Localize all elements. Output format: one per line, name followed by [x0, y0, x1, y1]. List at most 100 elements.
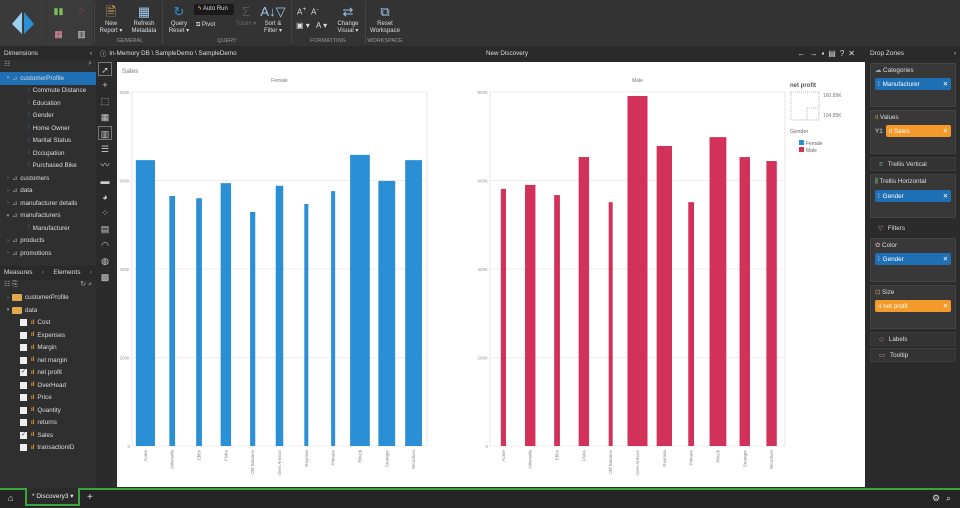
column-chart-icon[interactable]: ▥	[98, 126, 112, 140]
zone-tooltip[interactable]: ▭ Tooltip	[870, 348, 956, 362]
expand-icon[interactable]: ▾	[4, 213, 12, 219]
measure-item[interactable]: ıl transactionID	[0, 442, 96, 455]
bars-view-icon[interactable]: ▥	[70, 23, 93, 46]
chart-view-icon[interactable]: ▮▮	[47, 0, 70, 23]
zone-trellis-horizontal[interactable]: ⫼ Trellis Horizontal ⁞ Gender ✕	[870, 174, 956, 218]
collapse-icon[interactable]: ‹	[90, 50, 92, 57]
table-icon[interactable]: ▩	[98, 270, 112, 284]
search-icon[interactable]: ⌕	[88, 60, 92, 72]
fill-color-icon[interactable]: ▣ ▾	[296, 21, 310, 30]
measure-item[interactable]: ıl OverHead	[0, 379, 96, 392]
scatter-view-icon[interactable]: ⁘	[70, 0, 93, 23]
measure-checkbox[interactable]: ✓	[20, 431, 27, 439]
print-icon[interactable]: ▤	[828, 49, 840, 58]
dimension-item[interactable]: › ⊿ products	[0, 235, 96, 248]
measure-checkbox[interactable]	[20, 419, 27, 427]
tab-elements[interactable]: Elements	[53, 269, 80, 276]
measure-checkbox[interactable]	[20, 394, 27, 402]
collapse-right-icon[interactable]: ›	[954, 50, 956, 57]
remove-icon[interactable]: ✕	[943, 303, 948, 310]
map-view-icon[interactable]: ▦	[47, 23, 70, 46]
zone-categories[interactable]: ☁ Categories ⁞ Manufacturer ✕	[870, 63, 956, 107]
measure-checkbox[interactable]	[20, 319, 27, 327]
measure-item[interactable]: ıl Expenses	[0, 329, 96, 342]
search-icon[interactable]: ⌕	[946, 493, 951, 504]
measure-checkbox[interactable]	[20, 381, 27, 389]
dimension-item[interactable]: ⁞ Manufacturer	[0, 222, 96, 235]
expand-icon[interactable]: ›	[4, 175, 12, 181]
select-tool-icon[interactable]: ➚	[98, 62, 112, 76]
back-icon[interactable]: ←	[797, 49, 809, 58]
folder-item[interactable]: ▾ data	[0, 304, 96, 317]
lasso-tool-icon[interactable]: ⬚	[98, 94, 112, 108]
tab-measures[interactable]: Measures	[4, 269, 33, 276]
dimension-item[interactable]: ⁞ Marital Status	[0, 135, 96, 148]
font-grow-icon[interactable]: A+	[297, 6, 306, 17]
tab-discovery3[interactable]: * Discovery3 ▾	[25, 488, 80, 506]
tab-dropdown-icon[interactable]: ▾	[70, 493, 73, 500]
expand-icon[interactable]: ›	[4, 238, 12, 244]
forward-icon[interactable]: →	[809, 49, 821, 58]
expand-icon[interactable]: ▾	[4, 75, 12, 81]
expand-icon[interactable]: ›	[4, 188, 12, 194]
zone-filters[interactable]: ▽ Filters	[866, 221, 960, 235]
remove-icon[interactable]: ✕	[943, 256, 948, 263]
dimension-item[interactable]: ⁞ Commute Distance	[0, 85, 96, 98]
change-visual-button[interactable]: ⇄ Change Visual ▾	[333, 3, 363, 35]
expand-icon[interactable]: ›	[4, 200, 12, 206]
dimension-item[interactable]: ⁞ Purchased Bike	[0, 160, 96, 173]
folder-item[interactable]: › customerProfile	[0, 292, 96, 305]
zone-values[interactable]: ıl Values Y1 ıl Sales ✕	[870, 110, 956, 154]
add-tab-icon[interactable]: +	[87, 492, 93, 503]
bar-chart-icon[interactable]: ☰	[98, 142, 112, 156]
remove-icon[interactable]: ✕	[943, 193, 948, 200]
gender-pill[interactable]: ⁞ Gender ✕	[875, 190, 951, 202]
pie-chart-icon[interactable]: ◕	[98, 190, 112, 204]
measure-checkbox[interactable]	[20, 406, 27, 414]
zone-size[interactable]: ⊡ Size ıl net profit ✕	[870, 285, 956, 329]
net-profit-pill[interactable]: ıl net profit ✕	[875, 300, 951, 312]
gender-color-pill[interactable]: ⁞ Gender ✕	[875, 253, 951, 265]
pivot-button[interactable]: ⧉ Pivot	[196, 22, 215, 29]
font-color-icon[interactable]: A ▾	[316, 21, 327, 30]
crosshair-tool-icon[interactable]: +	[98, 78, 112, 92]
measure-item[interactable]: ıl Quantity	[0, 404, 96, 417]
query-reset-button[interactable]: ↻ Query Reset ▾	[166, 3, 192, 35]
home-icon[interactable]: ⌂	[8, 493, 13, 503]
remove-icon[interactable]: ✕	[943, 128, 948, 135]
dimension-item[interactable]: ⁞ Gender	[0, 110, 96, 123]
dimension-item[interactable]: › ⊿ data	[0, 185, 96, 198]
new-report-button[interactable]: 🗎 New Report ▾	[98, 3, 124, 35]
dimension-item[interactable]: › ⊿ promotions	[0, 247, 96, 260]
dimension-item[interactable]: ⁞ Education	[0, 97, 96, 110]
zone-trellis-vertical[interactable]: ≡ Trellis Vertical	[870, 157, 956, 171]
dimension-item[interactable]: ▾ ⊿ manufacturers	[0, 210, 96, 223]
gauge-chart-icon[interactable]: ◠	[98, 238, 112, 252]
dimension-item[interactable]: ▾ ⊿ customerProfile	[0, 72, 96, 85]
font-shrink-icon[interactable]: A-	[311, 6, 319, 17]
measure-checkbox[interactable]: ✓	[20, 369, 27, 377]
totals-button[interactable]: Σ Totals ▾	[234, 3, 258, 28]
measure-item[interactable]: ✓ ıl net profit	[0, 367, 96, 380]
auto-run-toggle[interactable]: ϟ Auto Run	[194, 4, 234, 15]
dimension-item[interactable]: › ⊿ customers	[0, 172, 96, 185]
measure-item[interactable]: ıl Cost	[0, 317, 96, 330]
sales-pill[interactable]: ıl Sales ✕	[885, 125, 951, 137]
map-chart-icon[interactable]: ◍	[98, 254, 112, 268]
zone-color[interactable]: ✿ Color ⁞ Gender ✕	[870, 238, 956, 282]
sort-filter-button[interactable]: A↓▽ Sort & Filter ▾	[260, 3, 286, 35]
reset-workspace-button[interactable]: ⧉ Reset Workspace	[368, 3, 402, 35]
measure-checkbox[interactable]	[20, 444, 27, 452]
measure-item[interactable]: ıl net margin	[0, 354, 96, 367]
manufacturer-pill[interactable]: ⁞ Manufacturer ✕	[875, 78, 951, 90]
measure-item[interactable]: ıl Price	[0, 392, 96, 405]
expand-icon[interactable]: ›	[4, 295, 12, 301]
measure-checkbox[interactable]	[20, 331, 27, 339]
grid-chart-icon[interactable]: ▦	[98, 110, 112, 124]
chart-canvas[interactable]: Sales Female 0 200K 400K 600K 800K Acme Adrenali…	[117, 62, 865, 487]
settings-icon[interactable]: ⚙	[932, 493, 940, 504]
line-chart-icon[interactable]: 〰	[98, 158, 112, 172]
measure-checkbox[interactable]	[20, 356, 27, 364]
scatter-chart-icon[interactable]: ⁘	[98, 206, 112, 220]
dimension-item[interactable]: › ⊿ manufacturer details	[0, 197, 96, 210]
